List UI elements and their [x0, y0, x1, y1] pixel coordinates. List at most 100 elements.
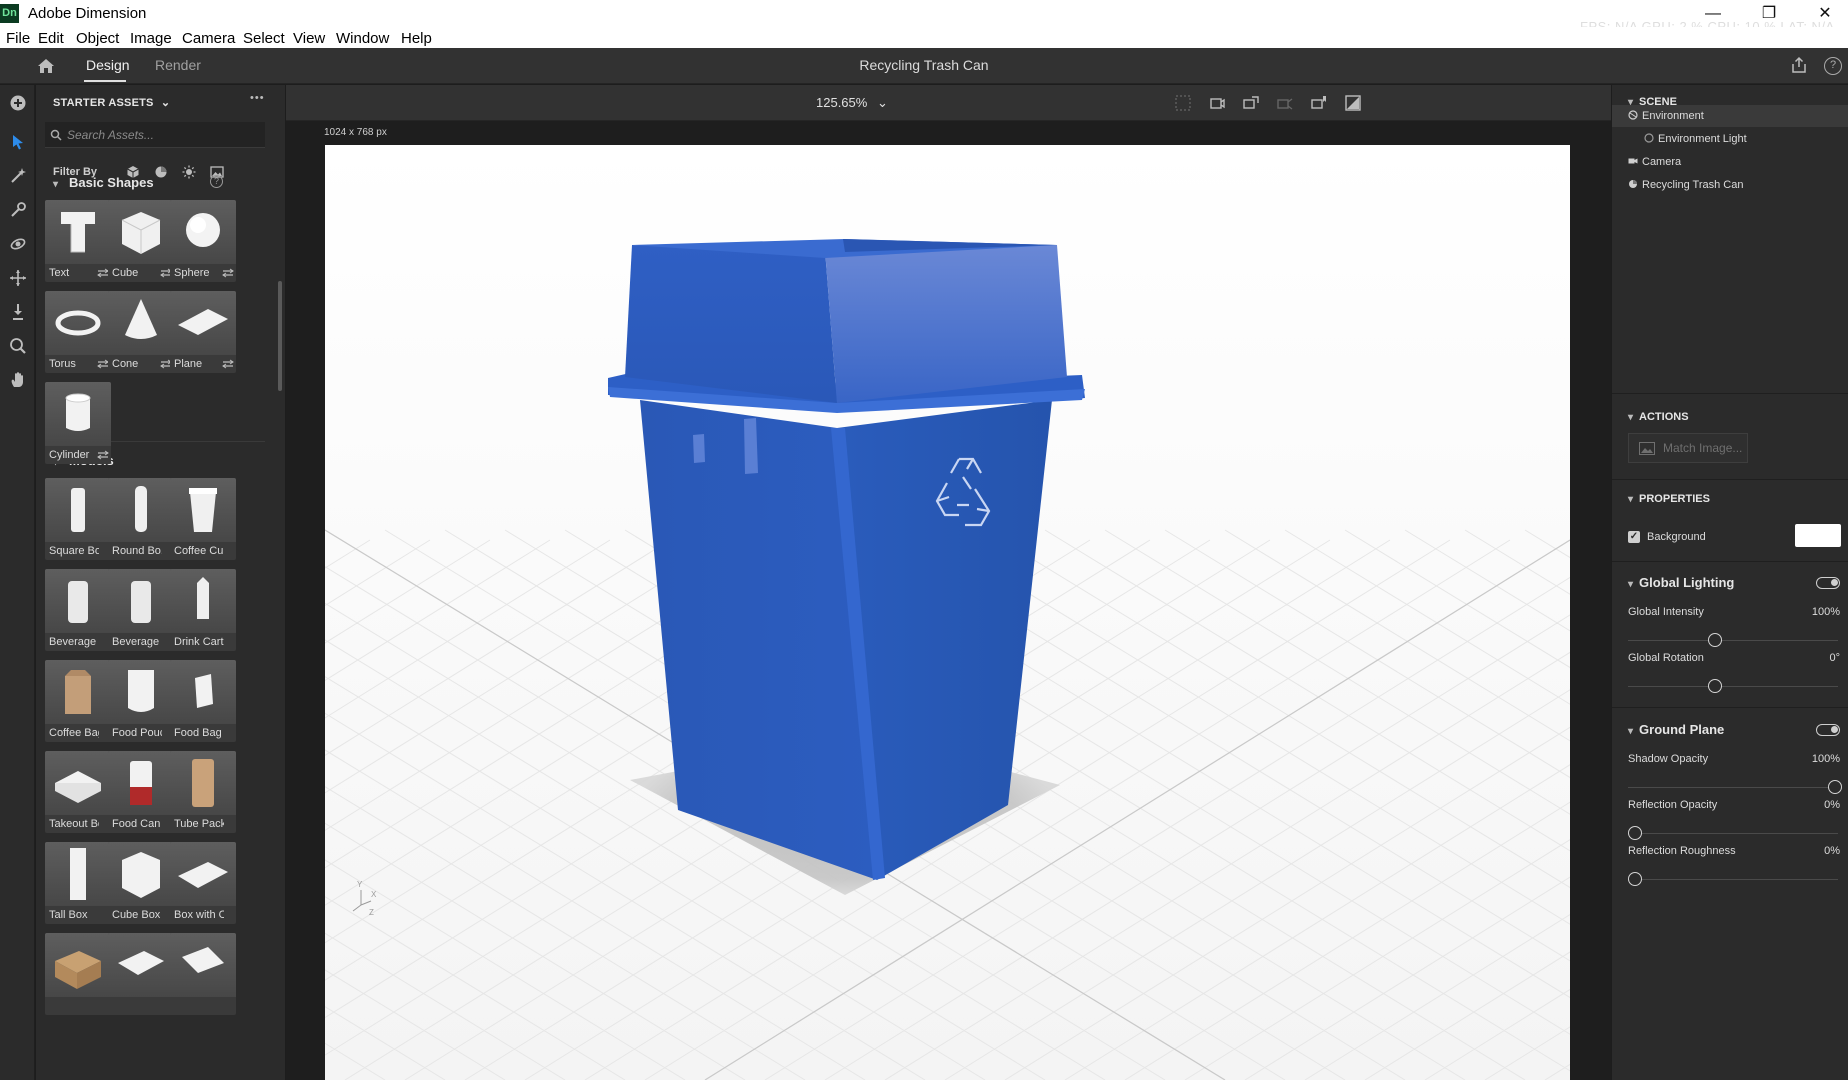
asset-tile-food-pouch[interactable]: Food Pouch — [108, 660, 174, 742]
menu-view[interactable]: View — [293, 30, 325, 47]
properties-header[interactable]: ▾ PROPERTIES — [1628, 493, 1710, 505]
starter-assets-dropdown[interactable]: STARTER ASSETS ⌄ — [53, 96, 170, 109]
zoom-tool-icon[interactable] — [8, 336, 28, 356]
asset-tile-sphere[interactable]: Sphere — [170, 200, 236, 282]
scene-item-environment[interactable]: Environment — [1612, 105, 1848, 127]
basic-shapes-header[interactable]: ▾ Basic Shapes — [53, 175, 154, 190]
menu-help[interactable]: Help — [401, 30, 432, 47]
minimize-button[interactable]: — — [1690, 2, 1736, 26]
asset-label: Cylinder — [49, 449, 90, 461]
reflection-opacity-value: 0% — [1824, 799, 1840, 811]
menu-image[interactable]: Image — [130, 30, 172, 47]
asset-tile-coffee-cup[interactable]: Coffee Cup — [170, 478, 236, 560]
asset-tile[interactable] — [170, 933, 236, 1015]
asset-options-icon[interactable] — [222, 268, 234, 278]
sample-tool-icon[interactable] — [8, 200, 28, 220]
background-checkbox[interactable]: ✓ — [1628, 531, 1640, 543]
tab-render[interactable]: Render — [155, 57, 201, 73]
asset-tile-round-bo[interactable]: Round Bo... — [108, 478, 174, 560]
asset-tile-takeout-box[interactable]: Takeout Box — [45, 751, 111, 833]
asset-options-icon[interactable] — [97, 450, 109, 460]
magic-wand-icon[interactable] — [8, 166, 28, 186]
render-preview-icon[interactable] — [1344, 94, 1362, 112]
help-icon[interactable]: ? — [210, 175, 223, 188]
ground-plane-toggle[interactable] — [1816, 724, 1840, 736]
close-button[interactable]: ✕ — [1802, 2, 1848, 26]
asset-tile-food-bag[interactable]: Food Bag — [170, 660, 236, 742]
frame-selection-icon[interactable] — [1174, 94, 1192, 112]
tab-design[interactable]: Design — [86, 57, 130, 73]
asset-tile-tube-pack[interactable]: Tube Pack... — [170, 751, 236, 833]
asset-tile-beverage[interactable]: Beverage ... — [45, 569, 111, 651]
shadow-opacity-slider[interactable] — [1828, 780, 1842, 794]
global-intensity-slider[interactable] — [1708, 633, 1722, 647]
asset-thumbnail — [108, 569, 174, 633]
move-tool-icon[interactable] — [8, 268, 28, 288]
asset-tile-cone[interactable]: Cone — [108, 291, 174, 373]
asset-tile-cube-box[interactable]: Cube Box — [108, 842, 174, 924]
scene-item-environment-light[interactable]: Environment Light — [1644, 128, 1747, 150]
restore-button[interactable]: ❐ — [1746, 2, 1792, 26]
assets-scrollbar[interactable] — [278, 281, 282, 391]
help-icon[interactable]: ? — [1824, 57, 1842, 75]
background-color-swatch[interactable] — [1795, 524, 1841, 547]
menu-file[interactable]: File — [6, 30, 30, 47]
more-options-icon[interactable]: ••• — [250, 92, 265, 104]
asset-thumbnail — [45, 478, 111, 542]
camera-bookmark-icon[interactable] — [1310, 94, 1328, 112]
zoom-level: 125.65% — [816, 95, 868, 110]
menu-edit[interactable]: Edit — [38, 30, 64, 47]
menu-window[interactable]: Window — [336, 30, 389, 47]
asset-tile-box-with-o[interactable]: Box with O... — [170, 842, 236, 924]
actions-header[interactable]: ▾ ACTIONS — [1628, 411, 1689, 423]
camera-dolly-icon[interactable] — [1276, 94, 1294, 112]
search-input[interactable] — [67, 126, 257, 144]
asset-tile[interactable] — [108, 933, 174, 1015]
global-rotation-label: Global Rotation — [1628, 652, 1704, 664]
filter-materials-icon[interactable] — [154, 165, 168, 179]
add-icon[interactable] — [8, 93, 28, 113]
asset-tile-cylinder[interactable]: Cylinder — [45, 382, 111, 464]
chevron-down-icon: ▾ — [1628, 579, 1634, 590]
asset-tile-drink-cart[interactable]: Drink Cart... — [170, 569, 236, 651]
menu-select[interactable]: Select — [243, 30, 285, 47]
global-lighting-toggle[interactable] — [1816, 577, 1840, 589]
reflection-opacity-slider[interactable] — [1628, 826, 1642, 840]
asset-tile-torus[interactable]: Torus — [45, 291, 111, 373]
zoom-dropdown[interactable]: 125.65% ⌄ — [816, 95, 888, 111]
match-image-button[interactable]: Match Image... — [1628, 433, 1748, 463]
reflection-opacity-track — [1628, 833, 1838, 834]
asset-tile-tall-box[interactable]: Tall Box — [45, 842, 111, 924]
asset-tile-food-can[interactable]: Food Can — [108, 751, 174, 833]
asset-label: Cube — [112, 267, 139, 279]
select-tool-icon[interactable] — [8, 132, 28, 152]
title-bar: Dn Adobe Dimension FPS: N/A GPU: 2 % CPU… — [0, 0, 1848, 34]
global-lighting-header[interactable]: ▾ Global Lighting — [1628, 575, 1734, 590]
global-rotation-slider[interactable] — [1708, 679, 1722, 693]
drop-tool-icon[interactable] — [8, 302, 28, 322]
menu-camera[interactable]: Camera — [182, 30, 235, 47]
scene-item-camera[interactable]: Camera — [1628, 151, 1681, 173]
camera-pan-icon[interactable] — [1242, 94, 1260, 112]
asset-tile-square-bo[interactable]: Square Bo... — [45, 478, 111, 560]
scene-canvas[interactable]: Y X Z — [325, 145, 1570, 1080]
properties-title: PROPERTIES — [1639, 493, 1710, 505]
asset-tile-plane[interactable]: Plane — [170, 291, 236, 373]
reflection-roughness-slider[interactable] — [1628, 872, 1642, 886]
asset-tile[interactable] — [45, 933, 111, 1015]
asset-label: Tall Box — [49, 909, 88, 921]
asset-tile-coffee-bag[interactable]: Coffee Bag — [45, 660, 111, 742]
menu-object[interactable]: Object — [76, 30, 119, 47]
orbit-tool-icon[interactable] — [8, 234, 28, 254]
hand-tool-icon[interactable] — [8, 370, 28, 390]
scene-item-recycling-trash-can[interactable]: Recycling Trash Can — [1628, 174, 1744, 196]
filter-lights-icon[interactable] — [182, 165, 196, 179]
asset-options-icon[interactable] — [222, 359, 234, 369]
share-icon[interactable] — [1790, 56, 1808, 74]
camera-orbit-icon[interactable] — [1208, 94, 1226, 112]
asset-tile-cube[interactable]: Cube — [108, 200, 174, 282]
asset-tile-text[interactable]: Text — [45, 200, 111, 282]
asset-tile-beverage[interactable]: Beverage ... — [108, 569, 174, 651]
home-icon[interactable] — [36, 56, 56, 76]
ground-plane-header[interactable]: ▾ Ground Plane — [1628, 722, 1724, 737]
